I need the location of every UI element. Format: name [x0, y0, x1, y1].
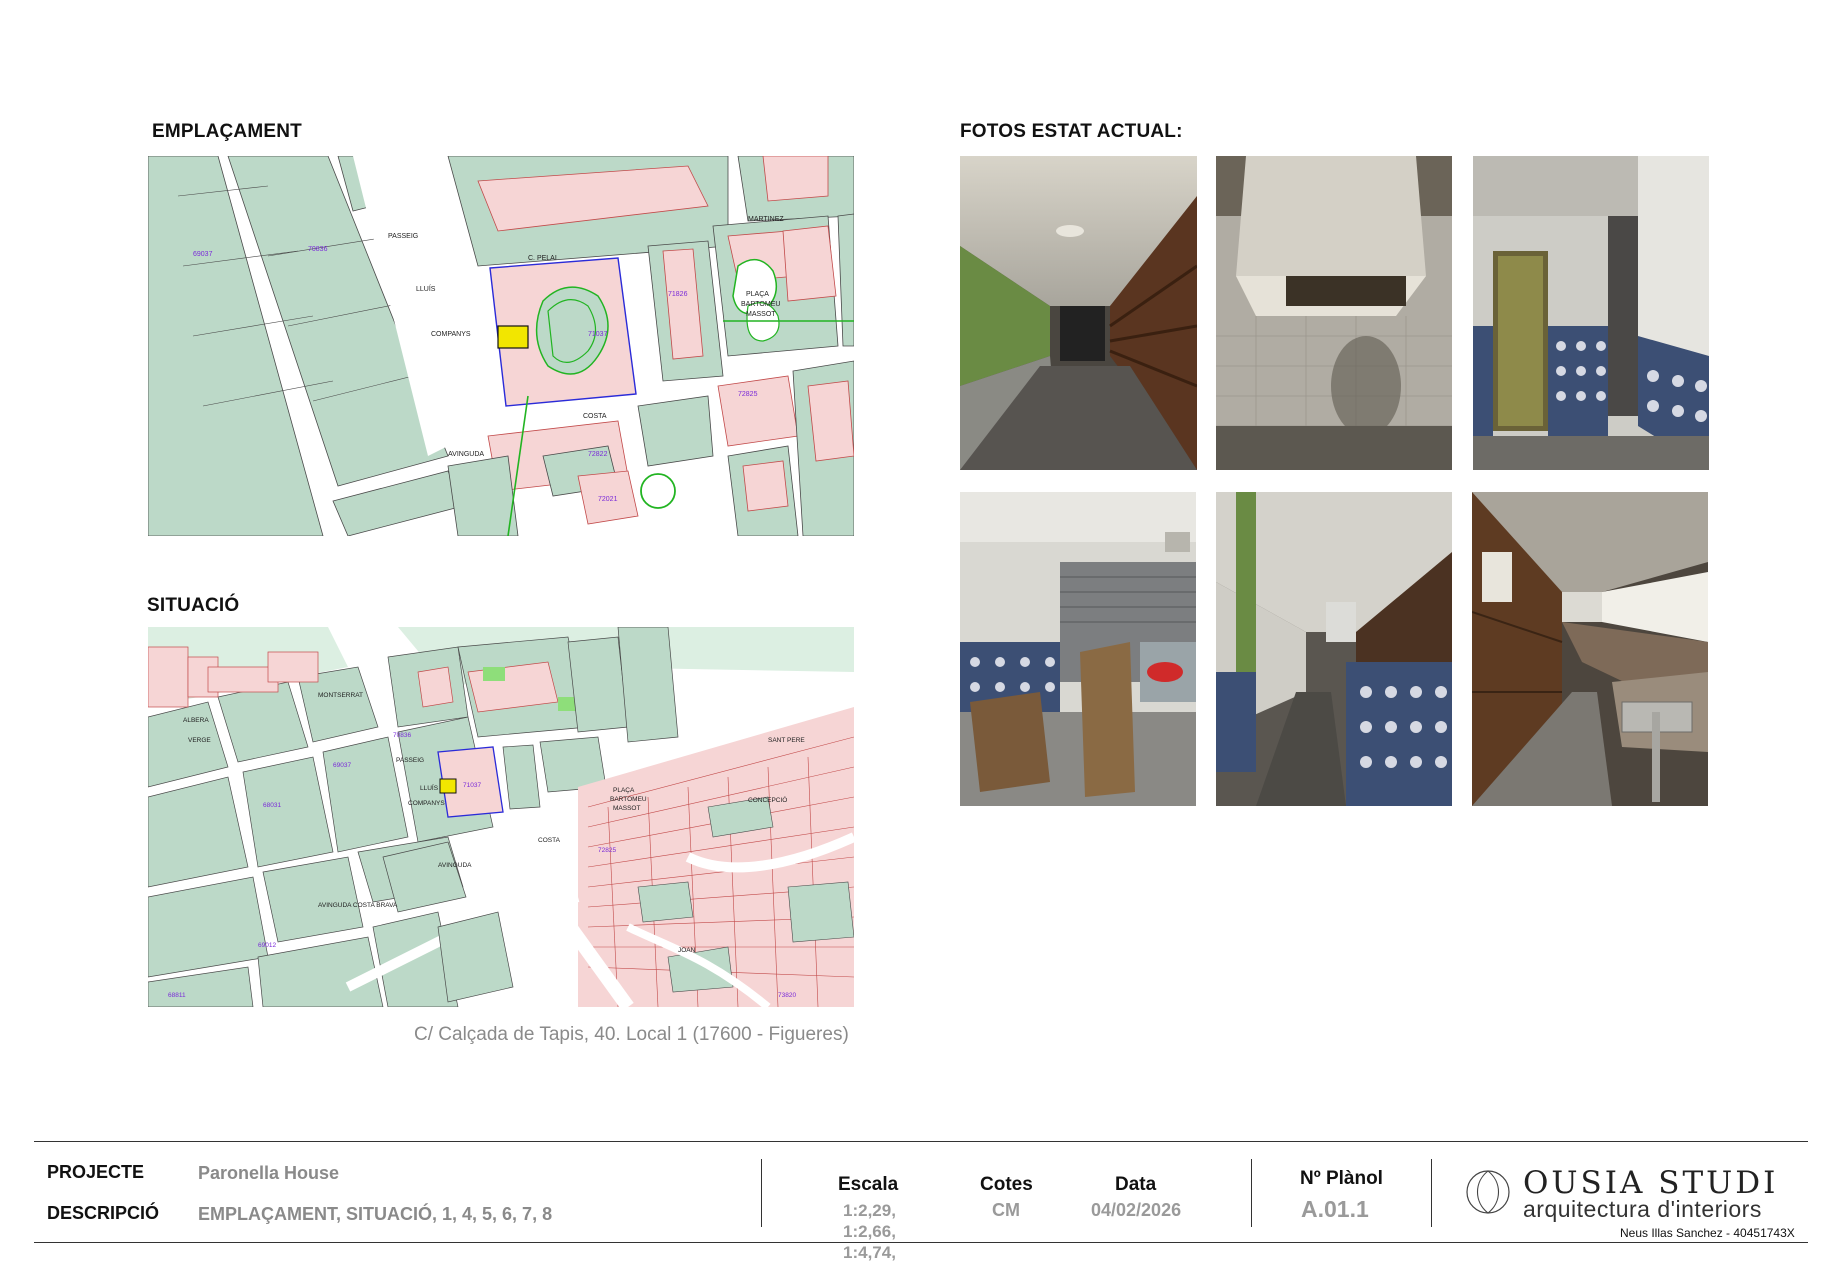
svg-text:LLUÍS: LLUÍS: [416, 284, 436, 293]
svg-text:68031: 68031: [263, 802, 281, 809]
title-block-top-rule: [34, 1141, 1808, 1142]
svg-text:JOAN: JOAN: [678, 947, 696, 954]
svg-text:ALBERA: ALBERA: [183, 717, 209, 724]
descripcio-value: EMPLAÇAMENT, SITUACIÓ, 1, 4, 5, 6, 7, 8: [198, 1204, 553, 1224]
photo-counter-tiles: [1216, 492, 1452, 806]
svg-text:71037: 71037: [588, 331, 608, 338]
title-block-bottom-rule: [34, 1242, 1808, 1243]
svg-text:MASSOT: MASSOT: [613, 805, 640, 812]
svg-text:72021: 72021: [598, 496, 618, 503]
svg-text:PASSEIG: PASSEIG: [396, 757, 424, 764]
svg-text:MONTSERRAT: MONTSERRAT: [318, 692, 363, 699]
photo-corridor-shelves: [960, 156, 1197, 470]
situacio-title: SITUACIÓ: [147, 595, 240, 616]
logo-subtitle: arquitectura d'interiors: [1523, 1196, 1762, 1222]
photo-bar-counter: [1472, 492, 1708, 806]
projecte-value: Paronella House: [198, 1163, 340, 1183]
svg-text:PLAÇA: PLAÇA: [613, 787, 635, 794]
svg-text:69037: 69037: [193, 251, 213, 258]
situacio-map: ALBERA VERGE MONTSERRAT PASSEIG LLUÍS CO…: [148, 627, 854, 1007]
svg-text:72822: 72822: [588, 451, 608, 458]
svg-text:COSTA: COSTA: [583, 413, 607, 420]
svg-text:COMPANYS: COMPANYS: [431, 331, 471, 338]
site-address: C/ Calçada de Tapis, 40. Local 1 (17600 …: [414, 1024, 849, 1045]
photo-extractor-hood: [1216, 156, 1452, 470]
escala-values: 1:2,29, 1:2,66, 1:4,74,: [843, 1200, 896, 1263]
emplacament-map: PASSEIG LLUÍS COMPANYS C. PELAI MARTINEZ…: [148, 156, 854, 536]
emplacament-map-drawing: PASSEIG LLUÍS COMPANYS C. PELAI MARTINEZ…: [148, 156, 854, 536]
svg-text:68811: 68811: [168, 992, 186, 999]
svg-text:COMPANYS: COMPANYS: [408, 800, 445, 807]
svg-text:LLUÍS: LLUÍS: [420, 783, 439, 792]
svg-text:70836: 70836: [308, 246, 328, 253]
svg-text:MASSOT: MASSOT: [746, 311, 776, 318]
svg-text:SANT PERE: SANT PERE: [768, 737, 805, 744]
cotes-value: CM: [992, 1200, 1020, 1220]
planol-value: A.01.1: [1301, 1196, 1369, 1222]
svg-text:VERGE: VERGE: [188, 737, 211, 744]
title-block-divider-3: [1431, 1159, 1432, 1227]
title-block-divider-2: [1251, 1159, 1252, 1227]
cotes-label: Cotes: [980, 1174, 1033, 1195]
svg-text:72825: 72825: [598, 847, 616, 854]
svg-text:73820: 73820: [778, 992, 796, 999]
svg-text:PLAÇA: PLAÇA: [746, 291, 769, 298]
photo-doorway-tiles: [1473, 156, 1709, 470]
escala-value-2: 1:2,66,: [843, 1222, 896, 1241]
title-block-divider-1: [761, 1159, 762, 1227]
escala-label: Escala: [838, 1174, 899, 1195]
svg-text:BARTOMEU: BARTOMEU: [610, 796, 647, 803]
svg-text:72825: 72825: [738, 391, 758, 398]
svg-text:69012: 69012: [258, 942, 276, 949]
svg-text:AVINGUDA: AVINGUDA: [438, 862, 472, 869]
photo-entrance-shutter: [960, 492, 1196, 806]
escala-value-1: 1:2,29,: [843, 1201, 896, 1220]
svg-text:70836: 70836: [393, 732, 411, 739]
situacio-map-drawing: ALBERA VERGE MONTSERRAT PASSEIG LLUÍS CO…: [148, 627, 854, 1007]
fotos-title: FOTOS ESTAT ACTUAL:: [960, 121, 1183, 142]
descripcio-label: DESCRIPCIÓ: [47, 1203, 160, 1223]
projecte-label: PROJECTE: [47, 1162, 145, 1182]
svg-text:COSTA: COSTA: [538, 837, 561, 844]
svg-text:AVINGUDA COSTA BRAVA: AVINGUDA COSTA BRAVA: [318, 902, 398, 909]
planol-label: Nº Plànol: [1300, 1168, 1383, 1189]
signature: Neus Illas Sanchez - 40451743X: [1620, 1226, 1795, 1240]
escala-value-3: 1:4,74,: [843, 1243, 896, 1262]
svg-text:71826: 71826: [668, 291, 688, 298]
svg-text:AVINGUDA: AVINGUDA: [448, 451, 484, 458]
emplacament-title: EMPLAÇAMENT: [152, 121, 302, 142]
svg-text:MARTINEZ: MARTINEZ: [748, 216, 784, 223]
data-label: Data: [1115, 1174, 1157, 1195]
svg-text:71037: 71037: [463, 782, 481, 789]
data-value: 04/02/2026: [1091, 1200, 1182, 1220]
ousia-logo-icon: [1464, 1168, 1512, 1216]
svg-text:C. PELAI: C. PELAI: [528, 255, 557, 262]
svg-text:CONCEPCIÓ: CONCEPCIÓ: [748, 795, 787, 804]
svg-text:PASSEIG: PASSEIG: [388, 233, 418, 240]
svg-text:69037: 69037: [333, 762, 351, 769]
svg-text:BARTOMEU: BARTOMEU: [741, 301, 780, 308]
